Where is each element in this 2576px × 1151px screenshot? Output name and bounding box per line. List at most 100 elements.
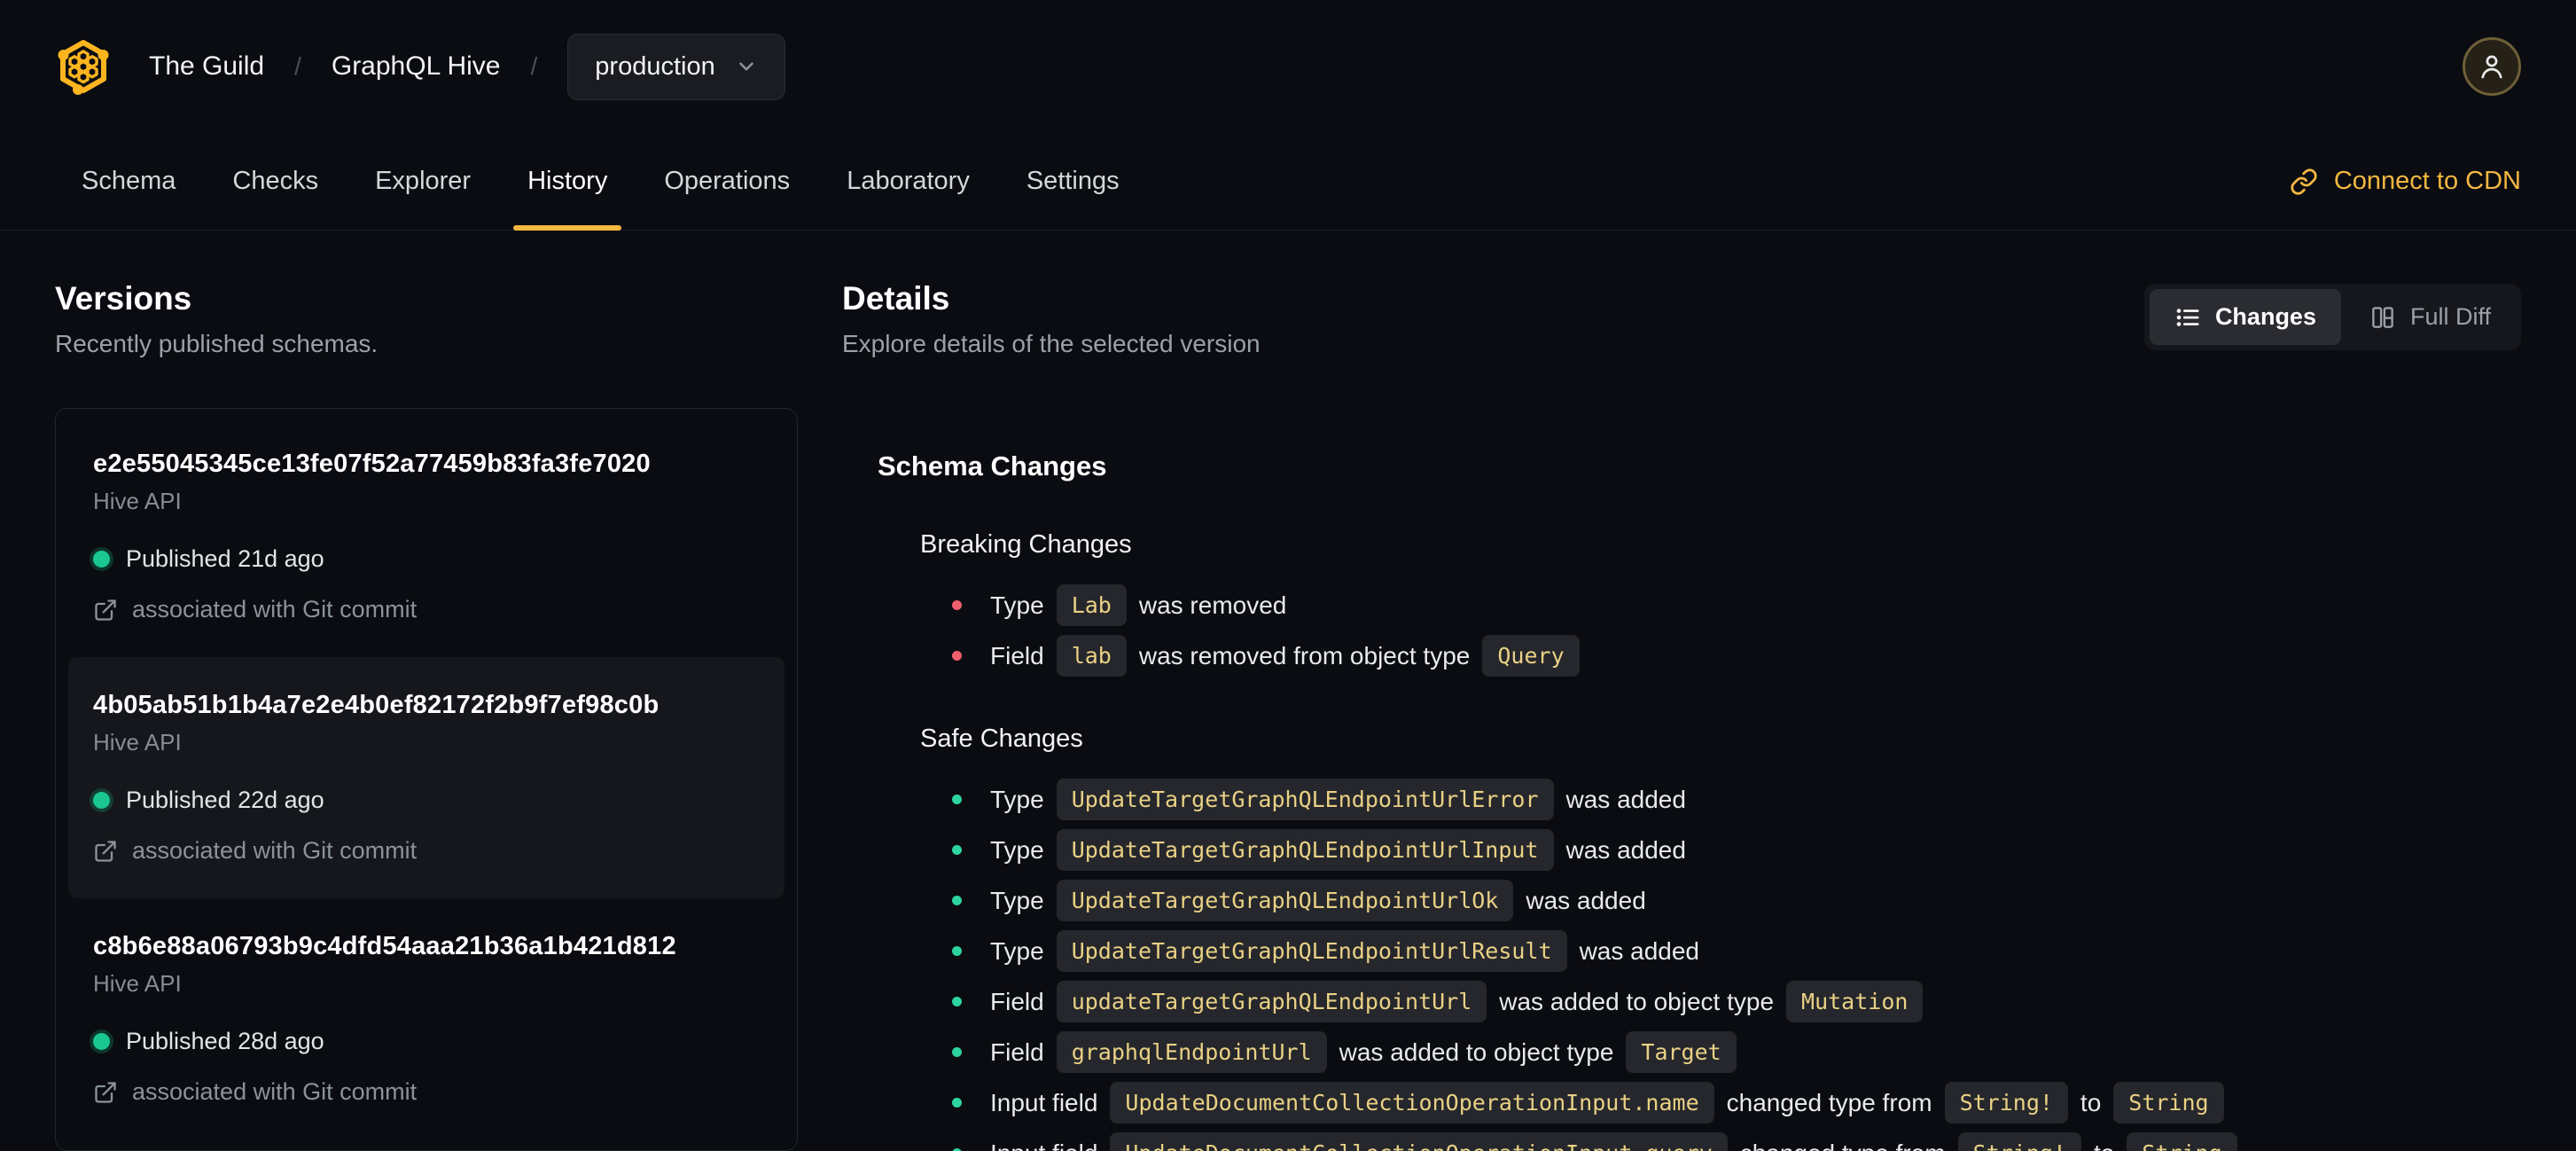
git-commit-link[interactable]: associated with Git commit — [93, 1078, 760, 1106]
published-label: Published 22d ago — [126, 787, 324, 813]
breadcrumb: The Guild / GraphQL Hive / production — [55, 33, 785, 100]
version-status: Published 21d ago — [93, 545, 760, 573]
safe-change-item: Type UpdateTargetGraphQLEndpointUrlError w… — [952, 779, 2521, 820]
code-chip: updateTargetGraphQLEndpointUrl — [1056, 981, 1487, 1022]
breaking-changes-group: Breaking Changes Type Lab was removed Field… — [878, 530, 2521, 677]
published-dot-icon — [93, 1033, 110, 1050]
code-chip: UpdateTargetGraphQLEndpointUrlError — [1056, 779, 1554, 820]
hive-logo-icon[interactable] — [55, 38, 112, 95]
change-text: Type — [990, 785, 1044, 813]
change-text: to — [2080, 1088, 2102, 1116]
schema-changes-section: Schema Changes Breaking Changes Type Lab w… — [842, 450, 2521, 1151]
safe-change-item: Type UpdateTargetGraphQLEndpointUrlOk was … — [952, 880, 2521, 921]
code-chip: UpdateTargetGraphQLEndpointUrlResult — [1056, 930, 1567, 972]
safe-change-item: Type UpdateTargetGraphQLEndpointUrlInput w… — [952, 829, 2521, 871]
tab-history[interactable]: History — [501, 133, 634, 231]
external-link-icon — [93, 1080, 118, 1105]
changes-view-button[interactable]: Changes — [2149, 289, 2341, 345]
tab-bar: Schema Checks Explorer History Operations Lab… — [0, 133, 2576, 231]
change-text: Input field — [990, 1139, 1097, 1151]
split-columns-icon — [2372, 306, 2393, 328]
user-icon — [2481, 55, 2502, 79]
breadcrumb-project[interactable]: GraphQL Hive — [332, 51, 501, 82]
change-text: was added — [1579, 936, 1699, 965]
view-toggle: Changes Full Diff — [2143, 284, 2521, 350]
chevron-down-icon — [738, 62, 753, 71]
versions-title: Versions — [55, 280, 192, 317]
version-hash: 4b05ab51b1b4a7e2e4b0ef82172f2b9f7ef98c0b — [93, 691, 660, 719]
code-chip: UpdateTargetGraphQLEndpointUrlInput — [1056, 829, 1554, 871]
safe-bullet-icon — [952, 946, 962, 956]
git-commit-label: associated with Git commit — [132, 1078, 418, 1105]
change-text: Field — [990, 1037, 1044, 1066]
code-chip: lab — [1056, 635, 1127, 677]
version-list: e2e55045345ce13fe07f52a77459b83fa3fe7020… — [55, 408, 798, 1151]
breaking-changes-list: Type Lab was removed Field lab was removed fr… — [920, 584, 2521, 677]
breaking-bullet-icon — [952, 651, 962, 661]
change-text: Type — [990, 936, 1044, 965]
code-chip: UpdateDocumentCollectionOperationInput.q… — [1110, 1132, 1728, 1151]
tab-laboratory[interactable]: Laboratory — [820, 133, 996, 230]
breadcrumb-org[interactable]: The Guild — [149, 51, 264, 82]
connect-cdn-link[interactable]: Connect to CDN — [2290, 167, 2521, 196]
tab-checks[interactable]: Checks — [206, 133, 345, 230]
safe-bullet-icon — [952, 997, 962, 1006]
target-selector-value: production — [595, 51, 715, 81]
full-diff-view-button[interactable]: Full Diff — [2345, 289, 2516, 345]
version-status: Published 22d ago — [93, 787, 760, 814]
git-commit-label: associated with Git commit — [132, 596, 418, 622]
change-text: Type — [990, 835, 1044, 864]
tab-schema[interactable]: Schema — [55, 133, 202, 230]
git-commit-link[interactable]: associated with Git commit — [93, 837, 760, 865]
versions-subtitle: Recently published schemas. — [55, 330, 379, 357]
safe-changes-title: Safe Changes — [920, 724, 1083, 753]
git-commit-link[interactable]: associated with Git commit — [93, 596, 760, 623]
target-selector[interactable]: production — [567, 33, 785, 100]
full-diff-view-label: Full Diff — [2409, 303, 2491, 330]
version-hash: e2e55045345ce13fe07f52a77459b83fa3fe7020 — [93, 450, 651, 478]
code-chip: graphqlEndpointUrl — [1056, 1031, 1327, 1073]
code-chip: Mutation — [1786, 981, 1924, 1022]
change-text: Field — [990, 641, 1044, 669]
safe-bullet-icon — [952, 896, 962, 905]
safe-changes-group: Safe Changes Type UpdateTargetGraphQLEndp… — [878, 724, 2521, 1151]
version-item[interactable]: 4b05ab51b1b4a7e2e4b0ef82172f2b9f7ef98c0b… — [68, 657, 785, 898]
change-text: was removed — [1138, 591, 1287, 619]
published-dot-icon — [93, 551, 110, 568]
details-panel: Details Explore details of the selected … — [842, 280, 2521, 1151]
safe-change-item: Field graphqlEndpointUrl was added to obje… — [952, 1031, 2521, 1073]
version-service-name: Hive API — [93, 729, 182, 756]
tab-settings[interactable]: Settings — [1000, 133, 1146, 230]
versions-panel: Versions Recently published schemas. e2e… — [55, 280, 798, 1151]
version-item[interactable]: e2e55045345ce13fe07f52a77459b83fa3fe7020… — [68, 416, 785, 657]
published-label: Published 21d ago — [126, 545, 324, 572]
version-service-name: Hive API — [93, 488, 182, 514]
change-text: Field — [990, 987, 1044, 1015]
safe-changes-list: Type UpdateTargetGraphQLEndpointUrlError w… — [920, 779, 2521, 1151]
git-commit-label: associated with Git commit — [132, 837, 418, 864]
tabs: Schema Checks Explorer History Operations Lab… — [55, 133, 1150, 231]
change-text: changed type from — [1726, 1088, 1932, 1116]
changes-view-label: Changes — [2214, 303, 2316, 330]
code-chip: String — [2113, 1082, 2224, 1124]
tab-explorer[interactable]: Explorer — [348, 133, 497, 230]
tab-operations[interactable]: Operations — [637, 133, 816, 230]
app-header: The Guild / GraphQL Hive / production — [0, 0, 2576, 133]
version-status: Published 28d ago — [93, 1028, 760, 1055]
published-label: Published 28d ago — [126, 1028, 324, 1054]
schema-changes-title: Schema Changes — [878, 450, 1107, 482]
avatar-button[interactable] — [2463, 37, 2521, 96]
change-text: Input field — [990, 1088, 1098, 1116]
version-item[interactable]: c8b6e88a06793b9c4dfd54aaa21b36a1b421d812… — [68, 898, 785, 1139]
external-link-icon — [93, 598, 118, 622]
change-text: Type — [990, 886, 1044, 914]
details-titles: Details Explore details of the selected … — [842, 280, 1261, 358]
safe-bullet-icon — [952, 845, 962, 855]
safe-bullet-icon — [952, 795, 962, 804]
breaking-change-item: Field lab was removed from object type Quer… — [952, 635, 2521, 677]
breaking-change-item: Type Lab was removed — [952, 584, 2521, 626]
code-chip: String! — [1957, 1132, 2081, 1151]
safe-change-item: Type UpdateTargetGraphQLEndpointUrlResult… — [952, 930, 2521, 972]
page: The Guild / GraphQL Hive / production Sc… — [0, 0, 2576, 1151]
version-item[interactable]: a823f6db2a55df877dcf406006abca97fcc4858c… — [68, 1139, 785, 1150]
